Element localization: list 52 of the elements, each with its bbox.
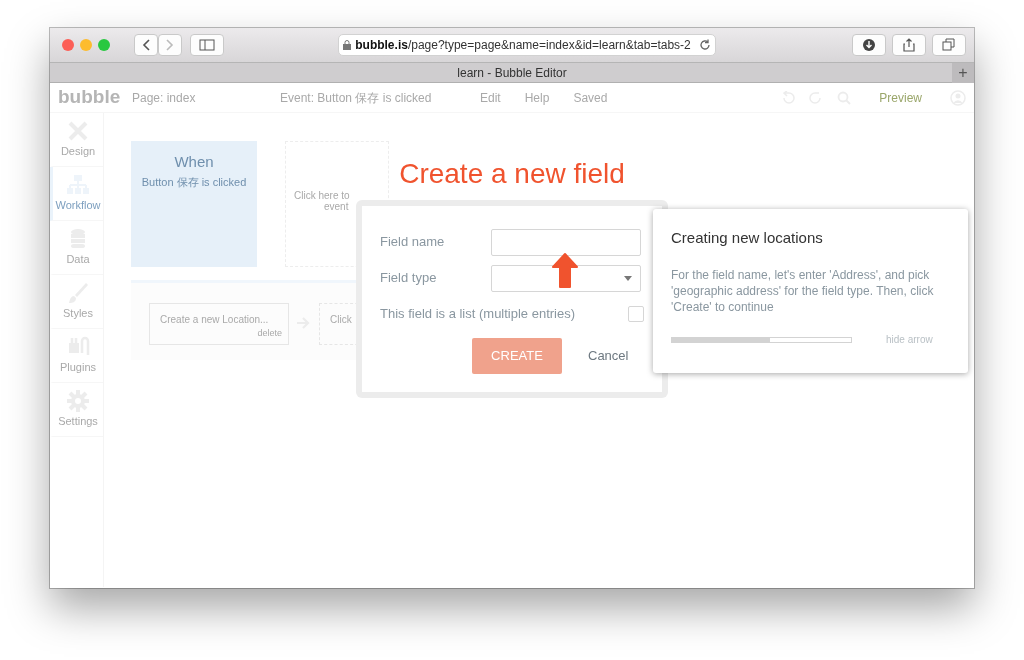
hide-arrow-link[interactable]: hide arrow — [886, 332, 933, 348]
checkbox[interactable] — [628, 306, 644, 322]
delete-link[interactable]: delete — [160, 327, 282, 341]
text-field[interactable] — [491, 228, 641, 256]
event-card[interactable]: When Button 保存 is clicked — [131, 141, 257, 267]
back-icon — [142, 39, 150, 51]
reload-icon — [698, 39, 711, 51]
logo: bubble — [57, 85, 120, 110]
tab-title[interactable]: learn - Bubble Editor — [457, 63, 567, 82]
minimize-button[interactable] — [80, 39, 92, 51]
download-icon — [862, 38, 876, 52]
field-label: Field type — [380, 269, 438, 288]
menu-item[interactable]: Help — [524, 88, 550, 107]
download-button[interactable] — [852, 34, 886, 56]
share-icon — [902, 38, 916, 52]
tour-text: For the field name, let's enter 'Address', and pick 'geographic address' for the field type. Then, click 'Create' to continue — [671, 266, 935, 316]
sidebar-button[interactable] — [190, 34, 224, 56]
event-subtitle: Button 保存 is clicked — [140, 174, 248, 190]
sidebar-tab[interactable]: Design — [50, 113, 103, 167]
back-button[interactable] — [134, 34, 158, 56]
forward-button[interactable] — [158, 34, 182, 56]
event-dropdown[interactable]: Event: Button 保存 is clicked — [278, 88, 480, 107]
save-status: Saved — [573, 89, 608, 107]
action-card[interactable]: Create a new Location... delete — [149, 303, 289, 345]
cancel-button[interactable]: Cancel — [588, 346, 629, 366]
action-label: Create a new Location... — [160, 313, 270, 327]
preview-link[interactable]: Preview — [879, 88, 922, 107]
page-dropdown[interactable]: Page: index — [120, 88, 278, 107]
menu-item[interactable]: Edit — [480, 88, 501, 107]
lock-icon — [343, 40, 352, 50]
sidebar-tab[interactable]: Workflow — [50, 167, 103, 221]
event-title: When — [173, 152, 215, 172]
tour-title: Creating new locations — [671, 228, 824, 248]
checkbox-label: This field is a list (multiple entries) — [380, 305, 576, 324]
create-button[interactable]: CREATE — [472, 338, 562, 374]
sidebar-tab[interactable]: Plugins — [50, 329, 103, 383]
address-bar[interactable]: bubble.is/page?type=page&name=index&id=learn&tab=tabs-2 — [338, 34, 716, 56]
new-tab-button[interactable]: + — [952, 63, 974, 83]
zoom-button[interactable] — [98, 39, 110, 51]
share-button[interactable] — [892, 34, 926, 56]
pointer-arrow-icon — [550, 252, 580, 290]
caret-icon — [624, 275, 632, 281]
sidebar-tab[interactable]: Styles — [50, 275, 103, 329]
tabs-icon — [942, 38, 956, 52]
url-text: bubble.is/page?type=page&name=index&id=learn&tab=tabs-2 — [355, 37, 691, 54]
tabs-button[interactable] — [932, 34, 966, 56]
close-button[interactable] — [62, 39, 74, 51]
dropdown-field[interactable] — [491, 264, 641, 292]
sidebar-tab[interactable]: Settings — [50, 383, 103, 437]
sidebar-icon — [199, 39, 215, 51]
sidebar-tab[interactable]: Data — [50, 221, 103, 275]
forward-icon — [166, 39, 174, 51]
